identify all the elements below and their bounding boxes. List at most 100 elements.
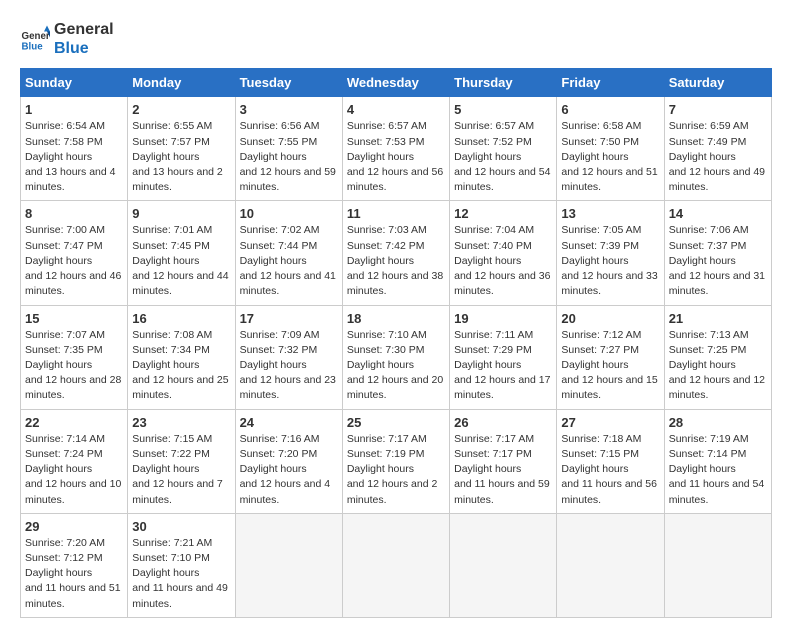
day-number: 21 (669, 311, 767, 326)
day-number: 24 (240, 415, 338, 430)
calendar-table: Sunday Monday Tuesday Wednesday Thursday… (20, 68, 772, 617)
day-info: Sunrise: 7:12 AM Sunset: 7:27 PM Dayligh… (561, 328, 659, 404)
day-number: 28 (669, 415, 767, 430)
day-info: Sunrise: 6:59 AM Sunset: 7:49 PM Dayligh… (669, 119, 767, 195)
day-cell: 23 Sunrise: 7:15 AM Sunset: 7:22 PM Dayl… (128, 409, 235, 513)
day-info: Sunrise: 7:01 AM Sunset: 7:45 PM Dayligh… (132, 223, 230, 299)
day-number: 25 (347, 415, 445, 430)
day-number: 23 (132, 415, 230, 430)
day-number: 9 (132, 206, 230, 221)
day-info: Sunrise: 7:11 AM Sunset: 7:29 PM Dayligh… (454, 328, 552, 404)
calendar-body: 1 Sunrise: 6:54 AM Sunset: 7:58 PM Dayli… (21, 97, 772, 617)
day-info: Sunrise: 6:55 AM Sunset: 7:57 PM Dayligh… (132, 119, 230, 195)
day-cell: 9 Sunrise: 7:01 AM Sunset: 7:45 PM Dayli… (128, 201, 235, 305)
day-cell: 3 Sunrise: 6:56 AM Sunset: 7:55 PM Dayli… (235, 97, 342, 201)
day-number: 20 (561, 311, 659, 326)
day-info: Sunrise: 7:06 AM Sunset: 7:37 PM Dayligh… (669, 223, 767, 299)
day-number: 26 (454, 415, 552, 430)
day-cell: 8 Sunrise: 7:00 AM Sunset: 7:47 PM Dayli… (21, 201, 128, 305)
day-cell: 17 Sunrise: 7:09 AM Sunset: 7:32 PM Dayl… (235, 305, 342, 409)
day-number: 11 (347, 206, 445, 221)
day-cell (450, 513, 557, 617)
day-info: Sunrise: 7:07 AM Sunset: 7:35 PM Dayligh… (25, 328, 123, 404)
week-row-1: 1 Sunrise: 6:54 AM Sunset: 7:58 PM Dayli… (21, 97, 772, 201)
day-info: Sunrise: 7:21 AM Sunset: 7:10 PM Dayligh… (132, 536, 230, 612)
day-cell: 26 Sunrise: 7:17 AM Sunset: 7:17 PM Dayl… (450, 409, 557, 513)
day-cell: 12 Sunrise: 7:04 AM Sunset: 7:40 PM Dayl… (450, 201, 557, 305)
page-header: General Blue General Blue (20, 20, 772, 58)
day-cell: 19 Sunrise: 7:11 AM Sunset: 7:29 PM Dayl… (450, 305, 557, 409)
day-cell: 24 Sunrise: 7:16 AM Sunset: 7:20 PM Dayl… (235, 409, 342, 513)
day-cell: 13 Sunrise: 7:05 AM Sunset: 7:39 PM Dayl… (557, 201, 664, 305)
day-info: Sunrise: 7:14 AM Sunset: 7:24 PM Dayligh… (25, 432, 123, 508)
day-info: Sunrise: 7:02 AM Sunset: 7:44 PM Dayligh… (240, 223, 338, 299)
day-info: Sunrise: 7:19 AM Sunset: 7:14 PM Dayligh… (669, 432, 767, 508)
day-cell: 14 Sunrise: 7:06 AM Sunset: 7:37 PM Dayl… (664, 201, 771, 305)
day-number: 2 (132, 102, 230, 117)
day-cell: 28 Sunrise: 7:19 AM Sunset: 7:14 PM Dayl… (664, 409, 771, 513)
day-info: Sunrise: 7:13 AM Sunset: 7:25 PM Dayligh… (669, 328, 767, 404)
day-cell: 30 Sunrise: 7:21 AM Sunset: 7:10 PM Dayl… (128, 513, 235, 617)
day-cell: 10 Sunrise: 7:02 AM Sunset: 7:44 PM Dayl… (235, 201, 342, 305)
day-info: Sunrise: 7:17 AM Sunset: 7:17 PM Dayligh… (454, 432, 552, 508)
day-number: 12 (454, 206, 552, 221)
day-number: 3 (240, 102, 338, 117)
logo-blue-text: Blue (54, 40, 89, 57)
col-sunday: Sunday (21, 69, 128, 97)
logo: General Blue General Blue (20, 20, 114, 58)
day-cell (342, 513, 449, 617)
day-info: Sunrise: 7:16 AM Sunset: 7:20 PM Dayligh… (240, 432, 338, 508)
day-cell: 7 Sunrise: 6:59 AM Sunset: 7:49 PM Dayli… (664, 97, 771, 201)
day-cell: 18 Sunrise: 7:10 AM Sunset: 7:30 PM Dayl… (342, 305, 449, 409)
svg-text:General: General (22, 31, 51, 42)
day-info: Sunrise: 6:57 AM Sunset: 7:52 PM Dayligh… (454, 119, 552, 195)
day-info: Sunrise: 7:05 AM Sunset: 7:39 PM Dayligh… (561, 223, 659, 299)
day-number: 1 (25, 102, 123, 117)
day-number: 4 (347, 102, 445, 117)
day-number: 16 (132, 311, 230, 326)
day-info: Sunrise: 7:18 AM Sunset: 7:15 PM Dayligh… (561, 432, 659, 508)
day-cell: 1 Sunrise: 6:54 AM Sunset: 7:58 PM Dayli… (21, 97, 128, 201)
day-info: Sunrise: 6:56 AM Sunset: 7:55 PM Dayligh… (240, 119, 338, 195)
day-cell: 22 Sunrise: 7:14 AM Sunset: 7:24 PM Dayl… (21, 409, 128, 513)
day-number: 19 (454, 311, 552, 326)
day-cell: 11 Sunrise: 7:03 AM Sunset: 7:42 PM Dayl… (342, 201, 449, 305)
day-info: Sunrise: 6:54 AM Sunset: 7:58 PM Dayligh… (25, 119, 123, 195)
day-cell: 6 Sunrise: 6:58 AM Sunset: 7:50 PM Dayli… (557, 97, 664, 201)
svg-text:Blue: Blue (22, 42, 44, 53)
day-cell: 25 Sunrise: 7:17 AM Sunset: 7:19 PM Dayl… (342, 409, 449, 513)
logo-general-text: General (54, 21, 114, 38)
week-row-2: 8 Sunrise: 7:00 AM Sunset: 7:47 PM Dayli… (21, 201, 772, 305)
day-cell: 4 Sunrise: 6:57 AM Sunset: 7:53 PM Dayli… (342, 97, 449, 201)
week-row-4: 22 Sunrise: 7:14 AM Sunset: 7:24 PM Dayl… (21, 409, 772, 513)
day-number: 8 (25, 206, 123, 221)
day-cell: 29 Sunrise: 7:20 AM Sunset: 7:12 PM Dayl… (21, 513, 128, 617)
day-cell: 2 Sunrise: 6:55 AM Sunset: 7:57 PM Dayli… (128, 97, 235, 201)
day-info: Sunrise: 7:20 AM Sunset: 7:12 PM Dayligh… (25, 536, 123, 612)
day-number: 14 (669, 206, 767, 221)
day-number: 13 (561, 206, 659, 221)
col-saturday: Saturday (664, 69, 771, 97)
day-cell (557, 513, 664, 617)
col-monday: Monday (128, 69, 235, 97)
day-info: Sunrise: 7:08 AM Sunset: 7:34 PM Dayligh… (132, 328, 230, 404)
week-row-3: 15 Sunrise: 7:07 AM Sunset: 7:35 PM Dayl… (21, 305, 772, 409)
day-cell (664, 513, 771, 617)
day-cell: 5 Sunrise: 6:57 AM Sunset: 7:52 PM Dayli… (450, 97, 557, 201)
day-number: 30 (132, 519, 230, 534)
day-info: Sunrise: 7:03 AM Sunset: 7:42 PM Dayligh… (347, 223, 445, 299)
day-info: Sunrise: 7:00 AM Sunset: 7:47 PM Dayligh… (25, 223, 123, 299)
day-info: Sunrise: 7:04 AM Sunset: 7:40 PM Dayligh… (454, 223, 552, 299)
logo-icon: General Blue (20, 24, 50, 54)
day-info: Sunrise: 7:09 AM Sunset: 7:32 PM Dayligh… (240, 328, 338, 404)
day-cell: 15 Sunrise: 7:07 AM Sunset: 7:35 PM Dayl… (21, 305, 128, 409)
day-number: 17 (240, 311, 338, 326)
day-cell: 27 Sunrise: 7:18 AM Sunset: 7:15 PM Dayl… (557, 409, 664, 513)
day-info: Sunrise: 6:58 AM Sunset: 7:50 PM Dayligh… (561, 119, 659, 195)
week-row-5: 29 Sunrise: 7:20 AM Sunset: 7:12 PM Dayl… (21, 513, 772, 617)
col-thursday: Thursday (450, 69, 557, 97)
day-number: 29 (25, 519, 123, 534)
calendar-header-row: Sunday Monday Tuesday Wednesday Thursday… (21, 69, 772, 97)
day-number: 10 (240, 206, 338, 221)
col-friday: Friday (557, 69, 664, 97)
